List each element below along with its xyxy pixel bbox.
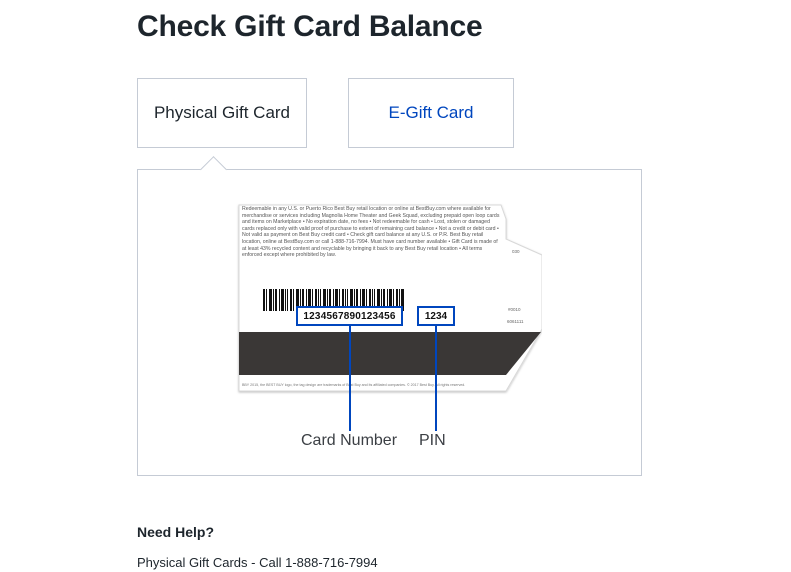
card-fine-print: Redeemable in any U.S. or Puerto Rico Be… <box>242 206 500 259</box>
need-help-heading: Need Help? <box>137 524 215 540</box>
pin-value: 1234 <box>424 310 448 322</box>
tab-physical-gift-card[interactable]: Physical Gift Card <box>137 78 307 148</box>
tab-e-gift-card-label: E-Gift Card <box>388 103 474 122</box>
page-title: Check Gift Card Balance <box>137 10 483 43</box>
pin-callout-line <box>435 326 437 431</box>
pin-label: PIN <box>419 432 446 449</box>
card-code-mid: #0010 <box>508 307 521 312</box>
card-code-low: 6061111 <box>507 319 524 324</box>
gift-card-illustration: Redeemable in any U.S. or Puerto Rico Be… <box>236 203 546 458</box>
pin-highlight: 1234 <box>417 306 455 326</box>
card-number-label: Card Number <box>301 432 398 449</box>
card-number-highlight: 1234567890123456 <box>296 306 403 326</box>
tab-physical-gift-card-label: Physical Gift Card <box>153 103 291 122</box>
tab-e-gift-card[interactable]: E-Gift Card <box>348 78 514 148</box>
magnetic-stripe <box>239 332 541 375</box>
card-number-callout-line <box>349 326 351 431</box>
physical-gift-card-support-phone: Physical Gift Cards - Call 1-888-716-799… <box>137 555 378 570</box>
card-legal-footer: BBY 2015, the BEST BUY logo, the tag des… <box>242 383 466 387</box>
card-number-value: 1234567890123456 <box>303 310 396 322</box>
card-code-top: 030 <box>512 249 520 254</box>
